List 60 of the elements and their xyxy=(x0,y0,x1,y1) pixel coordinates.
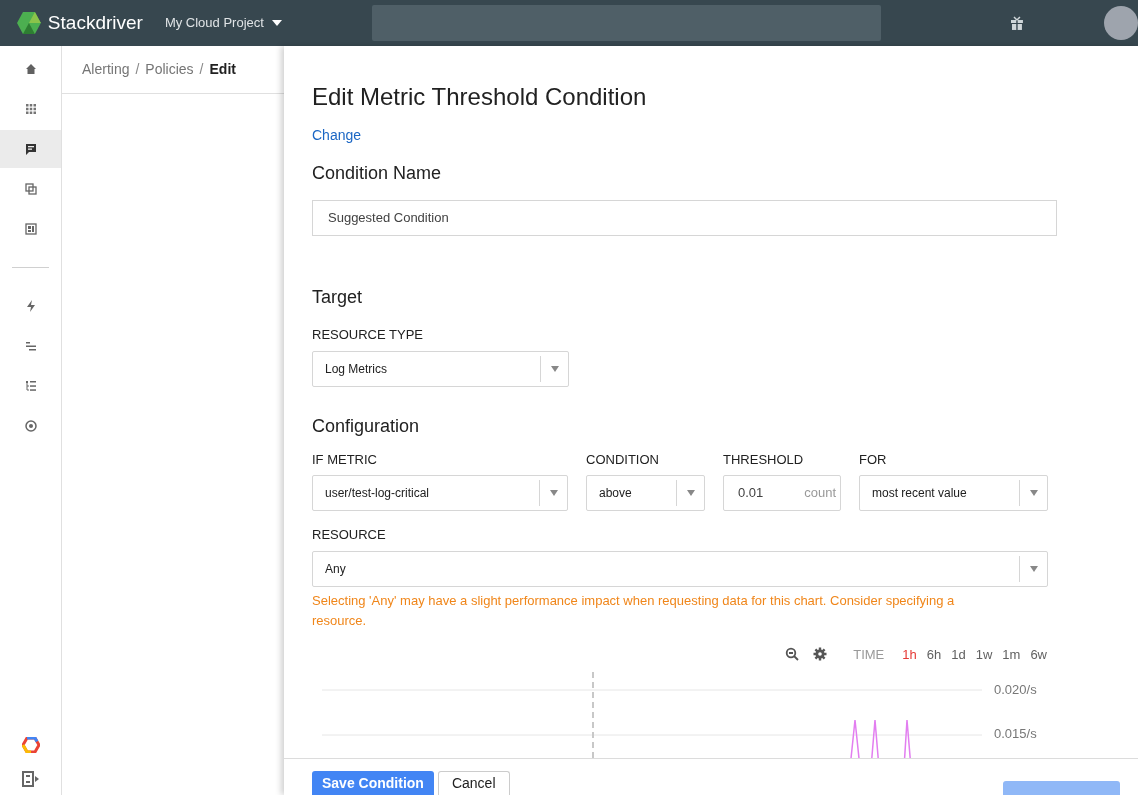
bars-icon xyxy=(23,339,38,353)
caret-icon xyxy=(549,490,558,496)
save-button[interactable]: Save Condition xyxy=(312,771,434,795)
dropdown[interactable]: Any xyxy=(312,550,1048,587)
caret-icon xyxy=(550,365,559,372)
gift-icon[interactable] xyxy=(1010,16,1025,30)
caret-icon xyxy=(271,20,282,26)
field-label: RESOURCE xyxy=(312,526,387,544)
cancel-button[interactable]: Cancel xyxy=(437,771,510,795)
dashboard-icon xyxy=(23,222,38,236)
time-range-option[interactable]: 6w xyxy=(1030,644,1047,664)
warning-message: Selecting 'Any' may have a slight performance impact when requesting data for this chart. Consider specifying a resource. xyxy=(312,591,956,630)
section-heading: Configuration xyxy=(312,414,421,438)
zoom-out-icon[interactable] xyxy=(785,647,800,662)
dropdown[interactable]: above xyxy=(586,475,705,511)
avatar[interactable] xyxy=(1104,6,1138,40)
breadcrumb-link[interactable]: Alerting xyxy=(82,59,130,80)
message-icon xyxy=(23,142,38,156)
time-range-option[interactable]: 1h xyxy=(902,644,917,664)
axis-label: 0.015/s xyxy=(994,724,1037,743)
sidebar-item[interactable] xyxy=(0,130,61,168)
dropdown[interactable]: most recent value xyxy=(859,475,1048,511)
panel-title: Edit Metric Threshold Condition xyxy=(312,82,648,112)
field-label: THRESHOLD xyxy=(723,450,805,469)
axis-label: 0.020/s xyxy=(994,681,1037,699)
series-line xyxy=(849,719,912,758)
breadcrumb-separator: / xyxy=(135,60,140,79)
section-heading: Target xyxy=(312,286,364,309)
target-icon xyxy=(23,419,38,433)
search-field[interactable] xyxy=(371,5,882,41)
field-label: RESOURCE TYPE xyxy=(312,326,424,344)
field-label: CONDITION xyxy=(586,450,660,469)
threshold-field[interactable]: 0.01 count xyxy=(723,475,841,511)
breadcrumb-link[interactable]: Policies xyxy=(145,59,194,80)
squares-icon xyxy=(23,182,38,196)
time-label: TIME xyxy=(853,645,885,664)
section-heading: Condition Name xyxy=(312,162,443,185)
time-range-option[interactable]: 1w xyxy=(975,644,993,664)
field-label: FOR xyxy=(859,450,888,469)
change-link[interactable]: Change xyxy=(312,125,362,146)
dropdown[interactable]: Log Metrics xyxy=(312,350,569,387)
time-range-option[interactable]: 1m xyxy=(1002,644,1021,664)
condition-name-field[interactable]: Suggested Condition xyxy=(312,200,1057,236)
apps-icon xyxy=(23,102,38,116)
logo-icon xyxy=(16,11,42,35)
time-range-option[interactable]: 6h xyxy=(926,644,942,664)
list-icon xyxy=(23,379,38,393)
caret-icon xyxy=(1029,565,1038,572)
dropdown[interactable]: user/test-log-critical xyxy=(312,475,568,511)
product-name: Stackdriver xyxy=(47,10,143,35)
hexagon-logo-icon[interactable] xyxy=(21,737,40,753)
field-label: IF METRIC xyxy=(312,450,378,469)
caret-icon xyxy=(1029,490,1038,496)
project-selector[interactable]: My Cloud Project xyxy=(164,13,282,33)
breadcrumb-current[interactable]: Edit xyxy=(209,59,236,80)
collapse-icon[interactable] xyxy=(21,771,40,787)
caret-icon xyxy=(686,490,695,496)
time-range-option[interactable]: 1d xyxy=(951,644,966,664)
settings-icon[interactable] xyxy=(813,647,828,662)
breadcrumb-separator: / xyxy=(199,60,204,79)
